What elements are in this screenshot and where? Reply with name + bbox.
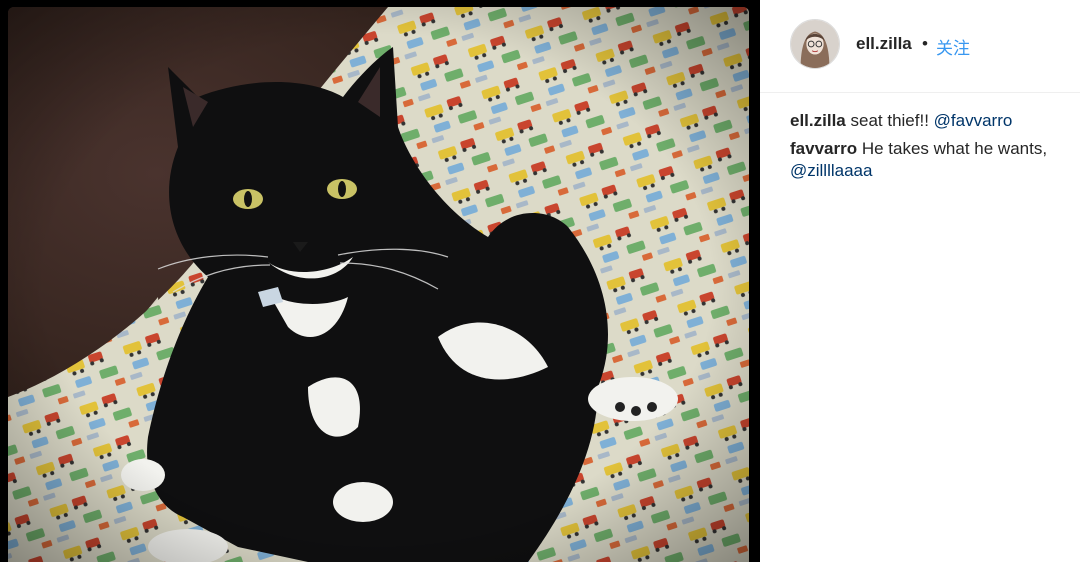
comment-text: seat thief!! — [850, 111, 929, 130]
author-username-link[interactable]: ell.zilla — [856, 34, 912, 54]
separator-dot: • — [922, 34, 928, 53]
cat-photo-image — [8, 7, 749, 562]
comment-item: ell.zilla seat thief!! @favvarro — [790, 110, 1072, 132]
avatar-illustration-icon — [791, 20, 839, 68]
comment-mention-link[interactable]: @favvarro — [934, 111, 1013, 130]
comment-username-link[interactable]: ell.zilla — [790, 111, 846, 130]
photo-viewer — [0, 0, 760, 562]
author-avatar[interactable] — [790, 19, 840, 69]
follow-button[interactable]: 关注 — [936, 34, 970, 59]
comment-item: favvarro He takes what he wants, @zillll… — [790, 138, 1072, 182]
post-sidebar: ell.zilla • 关注 ell.zilla seat thief!! @f… — [760, 0, 1080, 562]
comment-text: He takes what he wants, — [861, 139, 1048, 158]
comments-list: ell.zilla seat thief!! @favvarro favvarr… — [790, 110, 1072, 188]
comment-username-link[interactable]: favvarro — [790, 139, 857, 158]
comment-mention-link[interactable]: @zillllaaaa — [790, 161, 872, 180]
post-header: ell.zilla • 关注 — [760, 0, 1080, 93]
post-photo[interactable] — [8, 7, 749, 562]
